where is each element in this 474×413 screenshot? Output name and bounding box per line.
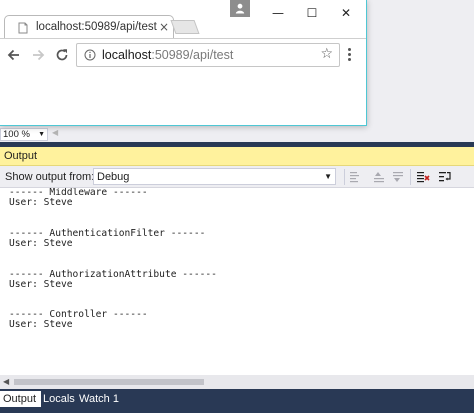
info-icon[interactable] [84,49,96,61]
url-host: localhost [102,48,152,62]
more-menu-icon[interactable] [348,48,352,64]
tab-output[interactable]: Output [0,391,42,407]
tab-close-icon[interactable]: × [159,19,169,35]
scrollbar-thumb[interactable] [14,379,204,385]
new-tab-button[interactable] [170,20,200,34]
toggle-word-wrap-icon[interactable] [438,170,452,184]
next-message-icon[interactable] [391,170,405,184]
output-source-value: Debug [97,171,130,183]
previous-message-icon[interactable] [372,170,386,184]
close-window-button[interactable]: ✕ [326,0,366,26]
browser-window: localhost:50989/api/test × — ☐ ✕ localho… [0,0,367,126]
output-panel-header: Output [0,147,474,166]
scroll-left-arrow-icon[interactable]: ◀ [3,377,9,386]
browser-tab[interactable]: localhost:50989/api/test × [4,15,174,39]
zoom-dropdown[interactable]: 100 % ▼ [0,128,48,141]
zoom-value: 100 % [3,129,30,140]
back-arrow-icon[interactable] [6,47,22,63]
forward-arrow-icon[interactable] [30,47,46,63]
output-line: ------ AuthorizationAttribute ------ [9,268,217,280]
browser-toolbar: localhost:50989/api/test ☆ [0,38,366,72]
profile-button[interactable] [230,0,250,17]
tab-title: localhost:50989/api/test [36,21,157,33]
output-text-area[interactable]: ------ Middleware ------ User: Steve -----… [0,188,474,375]
person-icon [235,3,245,14]
bookmark-star-icon[interactable]: ☆ [320,46,333,62]
toolbar-separator [410,169,411,185]
output-line: ------ AuthenticationFilter ------ [9,227,206,239]
page-icon [18,22,28,34]
output-line: ------ Middleware ------ [9,188,148,198]
find-message-icon[interactable] [349,170,363,184]
show-output-from-label: Show output from: [5,171,95,183]
chevron-down-icon: ▼ [324,172,332,181]
scroll-left-arrow-icon[interactable]: ◀ [52,128,58,137]
output-panel-title: Output [4,150,38,162]
output-toolbar: Show output from: Debug ▼ [0,166,474,188]
output-line: ------ Controller ------ [9,309,148,321]
output-line: User: Steve [9,237,73,249]
reload-icon[interactable] [54,47,70,63]
tab-locals[interactable]: Locals [41,391,77,407]
editor-zoom-strip: 100 % ▼ ◀ [0,126,474,142]
output-line: User: Steve [9,278,73,290]
chevron-down-icon: ▼ [38,131,45,138]
browser-page-content [0,72,366,125]
tab-watch-1[interactable]: Watch 1 [77,391,121,407]
toolbar-separator [344,169,345,185]
bottom-tool-tabs: Output Locals Watch 1 [0,389,474,413]
address-bar[interactable]: localhost:50989/api/test ☆ [76,43,340,67]
browser-titlebar: localhost:50989/api/test × — ☐ ✕ [0,0,366,39]
output-line: User: Steve [9,319,73,331]
url-text: localhost:50989/api/test [102,48,233,62]
output-line: User: Steve [9,197,73,209]
url-path: :50989/api/test [151,48,234,62]
output-horizontal-scrollbar[interactable]: ◀ [0,375,474,389]
output-source-select[interactable]: Debug ▼ [93,168,336,185]
clear-all-icon[interactable] [416,170,430,184]
